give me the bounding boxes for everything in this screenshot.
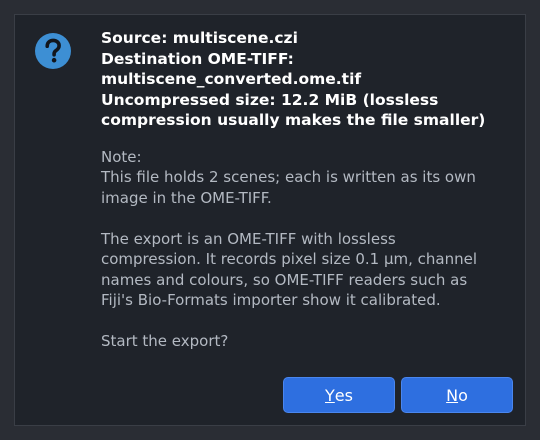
note-title: Note: <box>101 147 142 166</box>
question-text: Start the export? <box>101 332 229 350</box>
note-line: The export is an OME-TIFF with lossless <box>101 229 396 248</box>
message-dialog: Source: multiscene.czi Destination OME-T… <box>14 14 526 426</box>
headline-size: Uncompressed size: 12.2 MiB (lossless <box>101 90 439 109</box>
yes-label-rest: es <box>334 385 353 405</box>
dialog-headline: Source: multiscene.czi Destination OME-T… <box>101 28 521 131</box>
question-icon <box>33 31 73 71</box>
yes-button[interactable]: Yes <box>283 377 395 413</box>
dialog-content: Source: multiscene.czi Destination OME-T… <box>101 28 521 352</box>
note-spacer <box>101 311 521 332</box>
note-line: compression. It records pixel size 0.1 µ… <box>101 250 478 268</box>
note-line: names and colours, so OME-TIFF readers s… <box>101 270 468 289</box>
headline-source: Source: multiscene.czi <box>101 29 298 47</box>
note-line: This file holds 2 scenes; each is writte… <box>101 168 476 186</box>
button-box: Yes No <box>283 377 513 413</box>
headline-size-note: compression usually makes the file small… <box>101 111 486 129</box>
note-line: image in the OME-TIFF. <box>101 188 272 207</box>
yes-mnemonic: Y <box>325 385 335 405</box>
dialog-informative-text: Note: This file holds 2 scenes; each is … <box>101 147 521 352</box>
note-spacer <box>101 208 521 229</box>
note-line: Fiji's Bio-Formats importer show it cali… <box>101 291 441 309</box>
no-button[interactable]: No <box>401 377 513 413</box>
headline-destination-file: multiscene_converted.ome.tif <box>101 70 362 88</box>
headline-destination-label: Destination OME-TIFF: <box>101 49 294 68</box>
no-label-rest: o <box>458 385 468 405</box>
no-mnemonic: N <box>446 385 459 405</box>
